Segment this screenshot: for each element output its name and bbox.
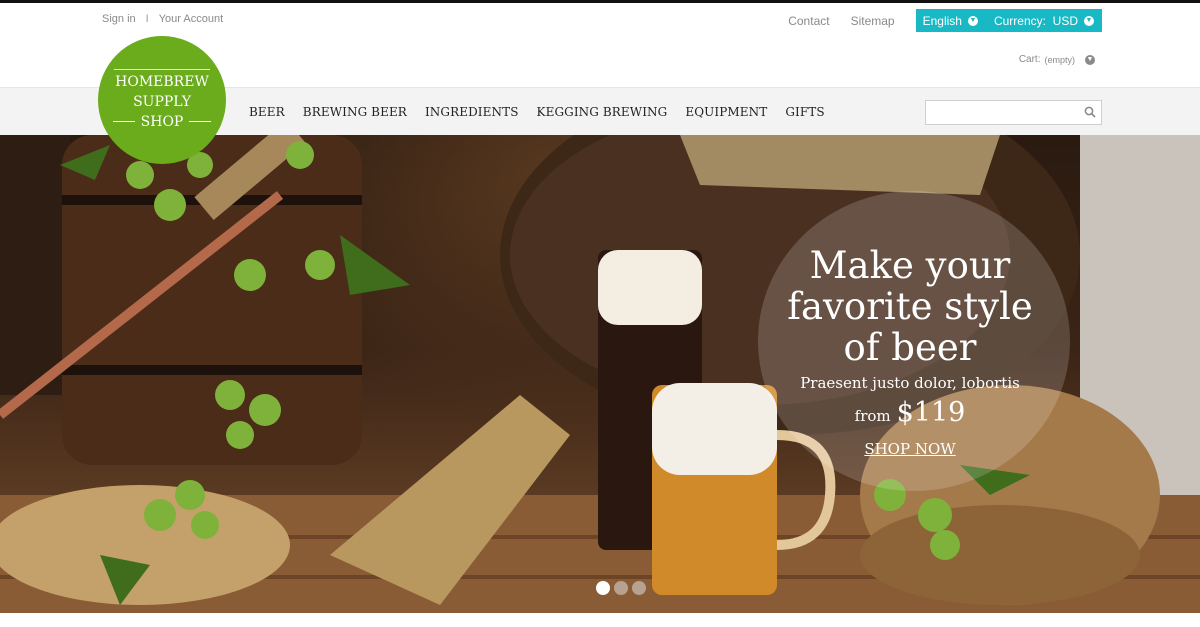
- price-value: $119: [896, 397, 966, 428]
- language-value: English: [922, 13, 962, 28]
- chevron-down-icon: ▼: [967, 15, 978, 26]
- hero-headline: Make your favorite style of beer: [760, 245, 1060, 368]
- nav-item-brewing-beer[interactable]: BREWING BEER: [303, 105, 407, 119]
- logo-dash: [112, 121, 135, 122]
- cart-dropdown[interactable]: Cart: (empty) ▼: [1019, 54, 1095, 65]
- account-links: Sign in I Your Account: [102, 13, 223, 25]
- cart-status: (empty): [1044, 54, 1075, 65]
- currency-dropdown[interactable]: Currency: USD ▼: [985, 9, 1102, 32]
- logo-line-1: HOMEBREW: [115, 73, 209, 90]
- hero-banner[interactable]: Make your favorite style of beer Praesen…: [0, 135, 1200, 613]
- logo-line-2: SUPPLY: [133, 93, 191, 110]
- main-menu: BEER BREWING BEER INGREDIENTS KEGGING BR…: [249, 105, 825, 119]
- sitemap-link[interactable]: Sitemap: [851, 14, 895, 28]
- search-icon[interactable]: [1084, 106, 1096, 118]
- top-border: [0, 0, 1200, 3]
- site-logo[interactable]: HOMEBREW SUPPLY SHOP: [98, 36, 226, 164]
- hero-price: from $119: [760, 397, 1060, 428]
- your-account-link[interactable]: Your Account: [159, 13, 223, 25]
- slider-pagination: [596, 581, 646, 595]
- currency-value: Currency: USD: [993, 13, 1078, 28]
- hero-headline-line-2: favorite style: [787, 285, 1033, 328]
- logo-line-3-row: SHOP: [112, 112, 212, 132]
- shop-now-link[interactable]: SHOP NOW: [760, 440, 1060, 458]
- hero-headline-line-3: of beer: [843, 326, 977, 369]
- sign-in-link[interactable]: Sign in: [102, 13, 136, 25]
- chevron-down-icon: ▼: [1085, 54, 1095, 65]
- nav-item-ingredients[interactable]: INGREDIENTS: [425, 105, 519, 119]
- language-dropdown[interactable]: English ▼: [915, 9, 986, 32]
- link-separator: I: [145, 13, 149, 25]
- search-input[interactable]: [925, 100, 1102, 125]
- nav-item-gifts[interactable]: GIFTS: [785, 105, 824, 119]
- logo-rule: [114, 68, 210, 70]
- nav-item-beer[interactable]: BEER: [249, 105, 285, 119]
- chevron-down-icon: ▼: [1084, 15, 1094, 26]
- contact-link[interactable]: Contact: [788, 14, 829, 28]
- utility-links: Contact Sitemap English ▼ Currency: USD …: [788, 9, 1102, 32]
- slider-dot-2[interactable]: [614, 581, 628, 595]
- hero-headline-line-1: Make your: [809, 244, 1011, 287]
- slider-dot-1[interactable]: [596, 581, 610, 595]
- logo-dash: [189, 121, 212, 122]
- logo-line-3: SHOP: [140, 113, 184, 130]
- cart-label: Cart:: [1018, 54, 1041, 65]
- nav-item-kegging-brewing[interactable]: KEGGING BREWING: [537, 105, 668, 119]
- slider-dot-3[interactable]: [632, 581, 646, 595]
- nav-item-equipment[interactable]: EQUIPMENT: [685, 105, 767, 119]
- price-prefix: from: [854, 407, 891, 425]
- hero-subtitle: Praesent justo dolor, lobortis: [800, 374, 1020, 392]
